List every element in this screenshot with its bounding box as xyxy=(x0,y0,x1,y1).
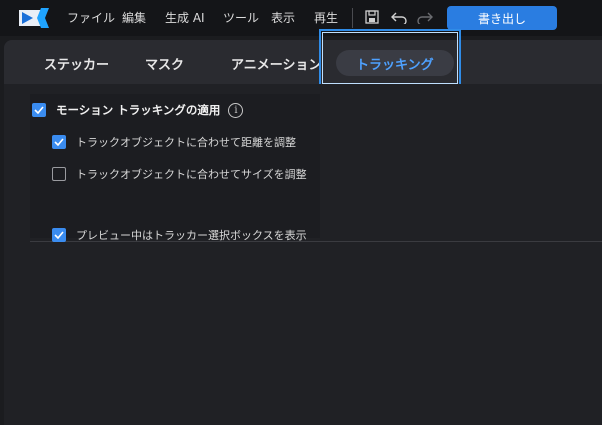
menu-tools[interactable]: ツール xyxy=(223,10,259,26)
show-tracker-box-option[interactable]: プレビュー中はトラッカー選択ボックスを表示 xyxy=(52,227,307,243)
redo-icon[interactable] xyxy=(417,9,433,25)
export-button[interactable]: 書き出し xyxy=(447,6,557,30)
apply-motion-tracking-label: モーション トラッキングの適用 xyxy=(56,103,221,117)
tab-sticker[interactable]: ステッカー xyxy=(44,50,109,76)
show-tracker-box-checkbox[interactable] xyxy=(52,228,66,242)
apply-motion-tracking-option[interactable]: モーション トラッキングの適用 i xyxy=(32,102,244,118)
tab-bar: ステッカー マスク アニメーション トラッキング xyxy=(4,29,602,87)
menu-edit[interactable]: 編集 xyxy=(122,10,146,26)
menu-generative-ai[interactable]: 生成 AI xyxy=(165,10,205,26)
tab-tracking[interactable]: トラッキング xyxy=(336,50,454,76)
menu-view[interactable]: 表示 xyxy=(271,10,295,26)
adjust-size-checkbox[interactable] xyxy=(52,167,66,181)
menu-playback[interactable]: 再生 xyxy=(314,10,338,26)
adjust-size-option[interactable]: トラックオブジェクトに合わせてサイズを調整 xyxy=(52,166,307,182)
undo-icon[interactable] xyxy=(391,9,407,25)
tab-mask[interactable]: マスク xyxy=(145,50,184,76)
menu-separator xyxy=(352,8,353,28)
show-tracker-box-label: プレビュー中はトラッカー選択ボックスを表示 xyxy=(76,229,307,242)
app-logo-icon[interactable] xyxy=(19,8,49,28)
menu-file[interactable]: ファイル xyxy=(67,10,115,26)
adjust-distance-option[interactable]: トラックオブジェクトに合わせて距離を調整 xyxy=(52,134,296,150)
menu-bar: ファイル 編集 生成 AI ツール 表示 再生 書き出し xyxy=(0,0,602,36)
adjust-distance-checkbox[interactable] xyxy=(52,135,66,149)
properties-panel: ステッカー マスク アニメーション トラッキング モーション トラッキングの適用… xyxy=(4,29,602,425)
info-icon[interactable]: i xyxy=(228,102,244,118)
apply-motion-tracking-checkbox[interactable] xyxy=(32,103,46,117)
save-icon[interactable] xyxy=(364,9,380,25)
tracking-content: モーション トラッキングの適用 i トラックオブジェクトに合わせて距離を調整 ト… xyxy=(4,84,602,425)
tab-animation[interactable]: アニメーション xyxy=(231,50,321,76)
adjust-size-label: トラックオブジェクトに合わせてサイズを調整 xyxy=(76,168,307,181)
adjust-distance-label: トラックオブジェクトに合わせて距離を調整 xyxy=(76,136,296,149)
